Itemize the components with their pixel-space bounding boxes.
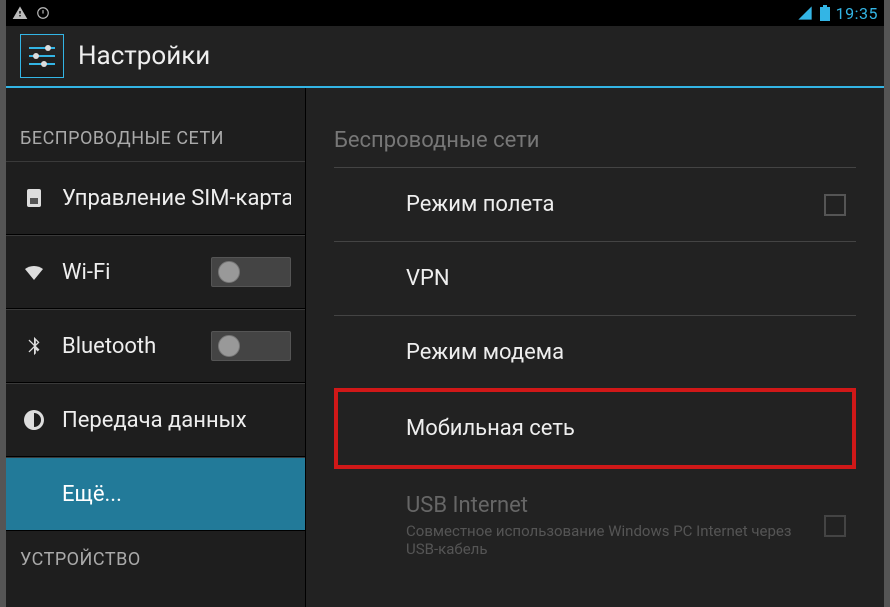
blank-icon bbox=[20, 480, 48, 508]
sidebar-item-label: Управление SIM-картами bbox=[62, 186, 291, 211]
battery-icon bbox=[820, 5, 830, 21]
page-title: Настройки bbox=[78, 41, 210, 71]
right-item-sublabel: Совместное использование Windows PC Inte… bbox=[406, 522, 824, 558]
wifi-toggle[interactable] bbox=[211, 257, 291, 287]
right-item-vpn[interactable]: VPN bbox=[334, 242, 856, 316]
sidebar-item-bluetooth[interactable]: Bluetooth bbox=[6, 309, 305, 383]
left-pane: БЕСПРОВОДНЫЕ СЕТИ Управление SIM-картами… bbox=[6, 88, 306, 607]
sidebar-item-wifi[interactable]: Wi-Fi bbox=[6, 235, 305, 309]
right-item-label: Режим модема bbox=[406, 340, 856, 365]
sidebar-item-label: Передача данных bbox=[62, 408, 291, 433]
title-bar: Настройки bbox=[6, 26, 884, 88]
warning-icon bbox=[12, 5, 28, 21]
right-item-airplane[interactable]: Режим полета bbox=[334, 168, 856, 242]
right-item-mobile-network[interactable]: Мобильная сеть bbox=[334, 388, 856, 469]
wait-icon bbox=[36, 6, 50, 20]
status-bar: 19:35 bbox=[6, 0, 884, 26]
sidebar-item-sim[interactable]: Управление SIM-картами bbox=[6, 161, 305, 235]
left-section-device: УСТРОЙСТВО bbox=[6, 531, 305, 582]
left-section-wireless: БЕСПРОВОДНЫЕ СЕТИ bbox=[6, 88, 305, 161]
signal-icon bbox=[796, 5, 814, 21]
right-item-label: Мобильная сеть bbox=[406, 416, 852, 441]
right-pane: Беспроводные сети Режим полета VPN Режим… bbox=[306, 88, 884, 607]
right-section-header: Беспроводные сети bbox=[306, 88, 884, 167]
wifi-icon bbox=[20, 258, 48, 286]
sidebar-item-label: Ещё... bbox=[62, 482, 291, 507]
right-item-usb-internet: USB Internet Совместное использование Wi… bbox=[334, 469, 856, 582]
sim-icon bbox=[20, 184, 48, 212]
right-item-tethering[interactable]: Режим модема bbox=[334, 316, 856, 390]
bluetooth-toggle[interactable] bbox=[211, 331, 291, 361]
sidebar-item-data[interactable]: Передача данных bbox=[6, 383, 305, 457]
settings-icon bbox=[20, 34, 64, 78]
sidebar-item-more[interactable]: Ещё... bbox=[6, 457, 305, 531]
main-split: БЕСПРОВОДНЫЕ СЕТИ Управление SIM-картами… bbox=[6, 88, 884, 607]
sidebar-item-label: Bluetooth bbox=[62, 334, 197, 359]
airplane-checkbox[interactable] bbox=[824, 194, 846, 216]
clock: 19:35 bbox=[836, 4, 878, 23]
right-item-label: VPN bbox=[406, 266, 856, 291]
bluetooth-icon bbox=[20, 332, 48, 360]
right-item-label: USB Internet bbox=[406, 493, 824, 518]
usb-checkbox bbox=[824, 515, 846, 537]
right-item-label: Режим полета bbox=[406, 192, 824, 217]
settings-screen: 19:35 Настройки БЕСПРОВОДНЫЕ СЕТИ bbox=[0, 0, 890, 607]
sidebar-item-label: Wi-Fi bbox=[62, 260, 197, 285]
data-usage-icon bbox=[20, 406, 48, 434]
